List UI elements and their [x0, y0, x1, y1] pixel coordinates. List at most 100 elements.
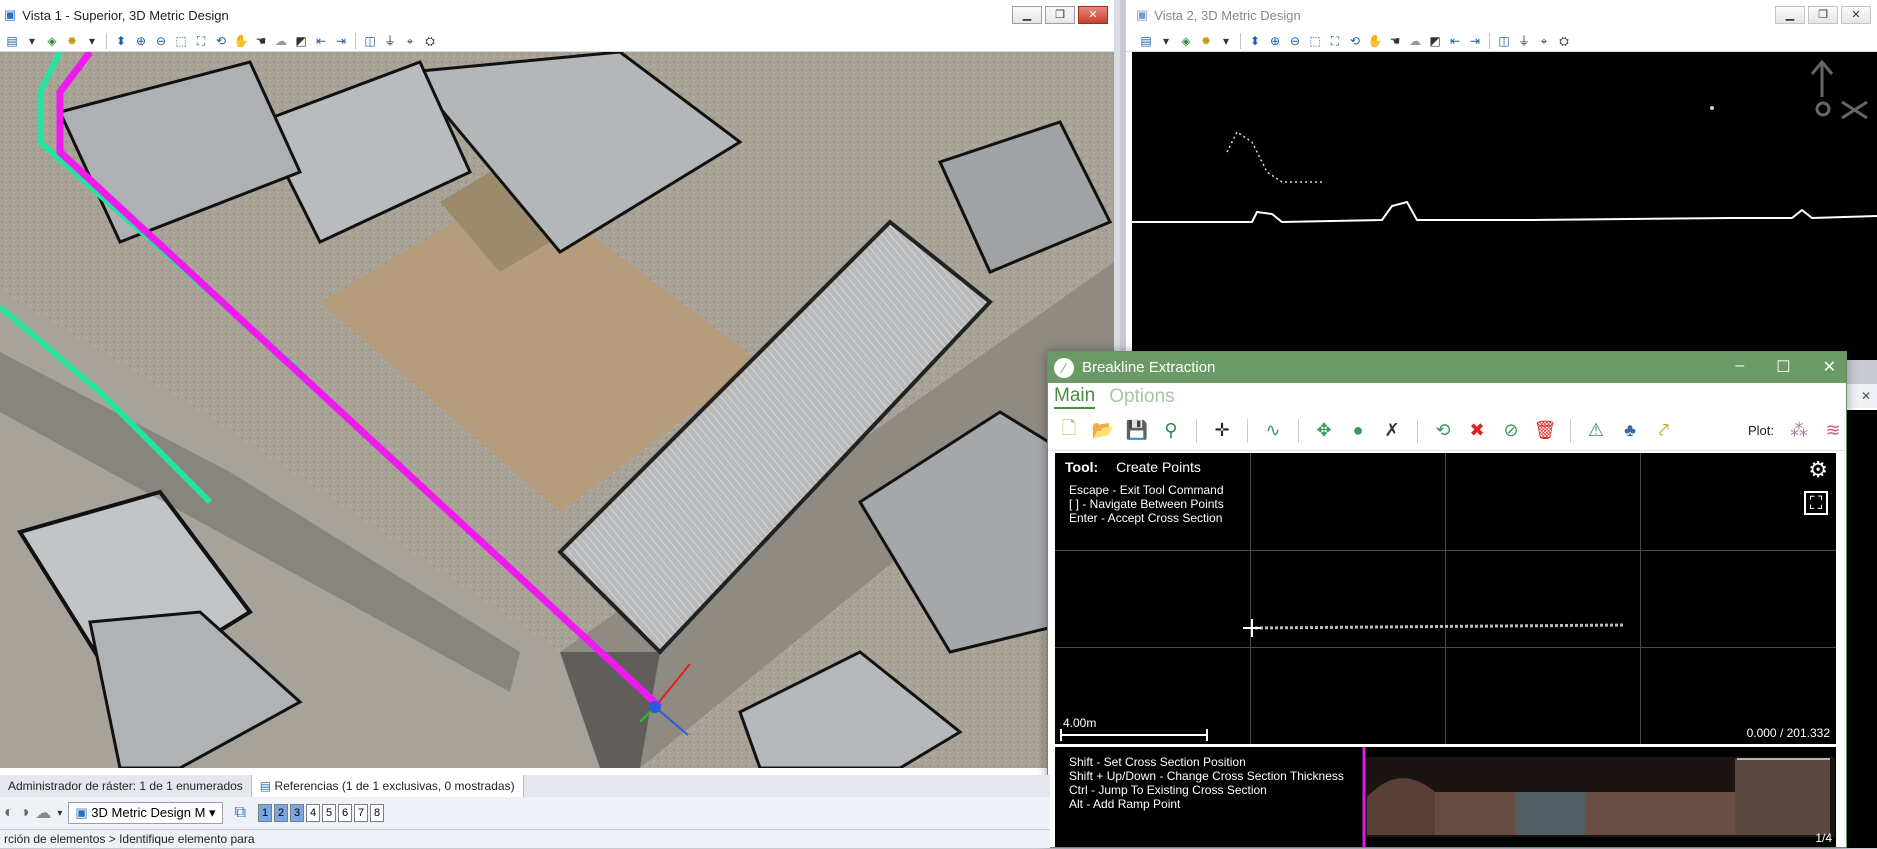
view-button-5[interactable]: 5 [322, 804, 337, 822]
breakline-curve-icon[interactable]: ∿ [1260, 418, 1286, 444]
add-vertex-icon[interactable]: ✗ [1379, 418, 1405, 444]
close-button[interactable]: ✕ [1078, 6, 1108, 24]
nav-back-icon[interactable]: ◐ [4, 804, 14, 822]
clip-volume-icon[interactable]: ◫ [362, 33, 378, 49]
fit-view-icon[interactable]: ⛶ [193, 33, 209, 49]
longitudinal-profile-canvas[interactable]: Shift - Set Cross Section Position Shift… [1055, 747, 1836, 847]
window-area-icon[interactable]: ⬚ [173, 33, 189, 49]
tab-options[interactable]: Options [1109, 386, 1174, 408]
plot-layers-icon[interactable]: ≋ [1820, 418, 1846, 444]
fit-view-icon[interactable]: ⛶ [1327, 33, 1343, 49]
clip-mask-icon[interactable]: ⏚ [1516, 33, 1532, 49]
lighting-icon[interactable]: ✹ [64, 33, 80, 49]
next-view-icon[interactable]: ⇥ [333, 33, 349, 49]
save-icon[interactable]: 💾 [1124, 418, 1150, 444]
zoom-out-icon[interactable]: ⊖ [153, 33, 169, 49]
fly-icon[interactable]: ☁ [1407, 33, 1423, 49]
view2-toolbar: ▤ ▾ ◈ ✹ ▾ ⬍ ⊕ ⊖ ⬚ ⛶ ⟲ ✋ ☚ ☁ ◩ ⇤ ⇥ ◫ ⏚ ⌖ … [1126, 30, 1877, 52]
zoom-in-icon[interactable]: ⊕ [133, 33, 149, 49]
tab-references[interactable]: ▤ Referencias (1 de 1 exclusivas, 0 most… [251, 775, 524, 797]
view-button-6[interactable]: 6 [338, 804, 353, 822]
camera-icon[interactable]: ◩ [293, 33, 309, 49]
clip-mask-icon[interactable]: ⏚ [382, 33, 398, 49]
walk-icon[interactable]: ☚ [1387, 33, 1403, 49]
join-icon[interactable]: ⊘ [1498, 418, 1524, 444]
view1-window[interactable]: ▣ Vista 1 - Superior, 3D Metric Design ▁… [0, 0, 1120, 775]
crosshair-icon[interactable]: ✛ [1209, 418, 1235, 444]
view-button-3[interactable]: 3 [290, 804, 305, 822]
minimize-button[interactable]: ▁ [1775, 6, 1805, 24]
plot-points-icon[interactable]: ⁂ [1786, 418, 1812, 444]
display-set-icon[interactable]: ⛭ [1556, 33, 1572, 49]
restore-button[interactable]: ❐ [1045, 6, 1075, 24]
clip-volume-icon[interactable]: ◫ [1496, 33, 1512, 49]
view-attributes-icon[interactable]: ▤ [1138, 33, 1154, 49]
view-button-4[interactable]: 4 [306, 804, 321, 822]
profile-tool-icon[interactable]: ⤤ [1651, 418, 1677, 444]
tree-filter-icon[interactable]: ♣ [1617, 418, 1643, 444]
tab-main[interactable]: Main [1054, 385, 1096, 409]
dialog-titlebar[interactable]: ∕ Breakline Extraction [1048, 352, 1846, 383]
clip-filter-icon[interactable]: ⌖ [1536, 33, 1552, 49]
add-point-icon[interactable]: ● [1345, 418, 1371, 444]
walk-icon[interactable]: ☚ [253, 33, 269, 49]
restore-button[interactable]: ❐ [1808, 6, 1838, 24]
lighting-icon[interactable]: ✹ [1198, 33, 1214, 49]
previous-view-icon[interactable]: ⇤ [1447, 33, 1463, 49]
view-groups-icon[interactable]: ⧉ [235, 804, 246, 822]
pick-tool-icon[interactable]: ⚲ [1158, 418, 1184, 444]
view-button-2[interactable]: 2 [274, 804, 289, 822]
zoom-in-icon[interactable]: ⊕ [1267, 33, 1283, 49]
open-folder-icon[interactable]: 📂 [1090, 418, 1116, 444]
update-view-icon[interactable]: ⬍ [113, 33, 129, 49]
previous-view-icon[interactable]: ⇤ [313, 33, 329, 49]
view-button-1[interactable]: 1 [258, 804, 273, 822]
warning-icon[interactable]: ⚠ [1583, 418, 1609, 444]
display-style-icon[interactable]: ◈ [44, 33, 60, 49]
history-icon[interactable]: ⟲ [1430, 418, 1456, 444]
view2-window[interactable]: ▣ Vista 2, 3D Metric Design ▁ ❐ ✕ ▤ ▾ ◈ … [1126, 0, 1877, 360]
dropdown-icon[interactable]: ▾ [1218, 33, 1234, 49]
display-style-icon[interactable]: ◈ [1178, 33, 1194, 49]
tab-raster-manager[interactable]: Administrador de ráster: 1 de 1 enumerad… [0, 775, 252, 797]
display-set-icon[interactable]: ⛭ [422, 33, 438, 49]
breakline-extraction-dialog[interactable]: ∕ Breakline Extraction – ☐ ✕ Main Option… [1047, 351, 1847, 848]
minimize-button[interactable]: – [1735, 357, 1744, 377]
nav-forward-icon[interactable]: ◑ [20, 804, 30, 822]
rotate-view-icon[interactable]: ⟲ [1347, 33, 1363, 49]
maximize-button[interactable]: ☐ [1776, 357, 1790, 377]
camera-icon[interactable]: ◩ [1427, 33, 1443, 49]
dropdown-icon[interactable]: ▾ [84, 33, 100, 49]
view-attributes-icon[interactable]: ▤ [4, 33, 20, 49]
minimize-button[interactable]: ▁ [1012, 6, 1042, 24]
references-label: Referencias (1 de 1 exclusivas, 0 mostra… [274, 779, 515, 793]
profile-points [1132, 59, 1877, 224]
close-button[interactable]: ✕ [1823, 357, 1836, 377]
new-file-icon[interactable]: 🗋 [1056, 418, 1082, 444]
dropdown-icon[interactable]: ▾ [24, 33, 40, 49]
view-button-7[interactable]: 7 [354, 804, 369, 822]
window-area-icon[interactable]: ⬚ [1307, 33, 1323, 49]
pan-view-icon[interactable]: ✋ [1367, 33, 1383, 49]
clip-filter-icon[interactable]: ⌖ [402, 33, 418, 49]
next-view-icon[interactable]: ⇥ [1467, 33, 1483, 49]
close-button[interactable]: ✕ [1841, 6, 1871, 24]
cross-section-canvas[interactable]: Tool: Create Points Escape - Exit Tool C… [1055, 453, 1836, 744]
dropdown-icon[interactable]: ▾ [57, 808, 62, 819]
profile-view-canvas[interactable] [1132, 52, 1877, 360]
station-readout: 0.000 / 201.332 [1746, 726, 1830, 740]
aerial-point-cloud-view[interactable] [0, 52, 1114, 768]
update-view-icon[interactable]: ⬍ [1247, 33, 1263, 49]
move-point-icon[interactable]: ✥ [1311, 418, 1337, 444]
fly-icon[interactable]: ☁ [273, 33, 289, 49]
rotate-view-icon[interactable]: ⟲ [213, 33, 229, 49]
model-selector[interactable]: ▣ 3D Metric Design M ▾ [68, 802, 223, 824]
cloud-icon[interactable]: ☁ [35, 803, 51, 823]
zoom-out-icon[interactable]: ⊖ [1287, 33, 1303, 49]
delete-segment-icon[interactable]: ✖ [1464, 418, 1490, 444]
dropdown-icon[interactable]: ▾ [1158, 33, 1174, 49]
delete-icon[interactable]: 🗑 [1532, 418, 1558, 444]
chevron-down-icon: ▾ [209, 805, 216, 820]
pan-view-icon[interactable]: ✋ [233, 33, 249, 49]
view-button-8[interactable]: 8 [370, 804, 385, 822]
